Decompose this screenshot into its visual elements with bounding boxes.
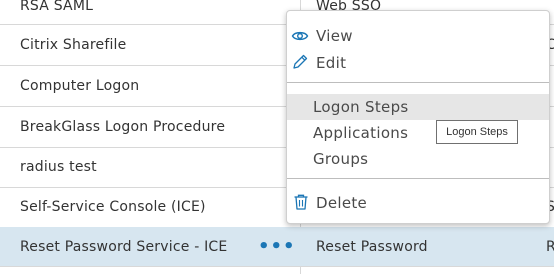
table-row-selected[interactable]: Reset Password Service - ICE ••• Reset P… <box>0 227 554 267</box>
row-name: BreakGlass Logon Procedure <box>20 119 226 135</box>
menu-item-label: Edit <box>316 54 347 72</box>
menu-item-label: Applications <box>313 124 409 142</box>
menu-item-label: Logon Steps <box>313 98 409 116</box>
row-name: Computer Logon <box>20 78 140 94</box>
row-name: Reset Password Service - ICE <box>20 239 228 255</box>
menu-separator <box>287 82 549 83</box>
menu-item-label: View <box>316 27 353 45</box>
pencil-icon <box>291 53 309 71</box>
menu-item-groups[interactable]: Groups <box>287 146 549 172</box>
row-name: radius test <box>20 159 97 175</box>
row-type: Reset Password <box>316 239 428 255</box>
menu-item-logon-steps[interactable]: Logon Steps <box>287 94 549 120</box>
menu-item-label: Delete <box>316 194 368 212</box>
row-name: RSA SAML <box>20 0 94 14</box>
menu-item-view[interactable]: View <box>287 23 549 49</box>
menu-item-delete[interactable]: Delete <box>287 190 549 216</box>
tooltip: Logon Steps <box>436 120 518 144</box>
row-edge-text: R <box>546 239 554 255</box>
row-actions-button[interactable]: ••• <box>258 227 296 267</box>
menu-separator <box>287 178 549 179</box>
trash-icon <box>292 193 310 211</box>
row-name: Self-Service Console (ICE) <box>20 199 206 215</box>
eye-icon <box>291 27 309 45</box>
row-name: Citrix Sharefile <box>20 37 127 53</box>
row-context-menu: View Edit Logon Steps Applications Group… <box>286 10 550 224</box>
menu-item-edit[interactable]: Edit <box>287 50 549 76</box>
menu-item-label: Groups <box>313 150 369 168</box>
